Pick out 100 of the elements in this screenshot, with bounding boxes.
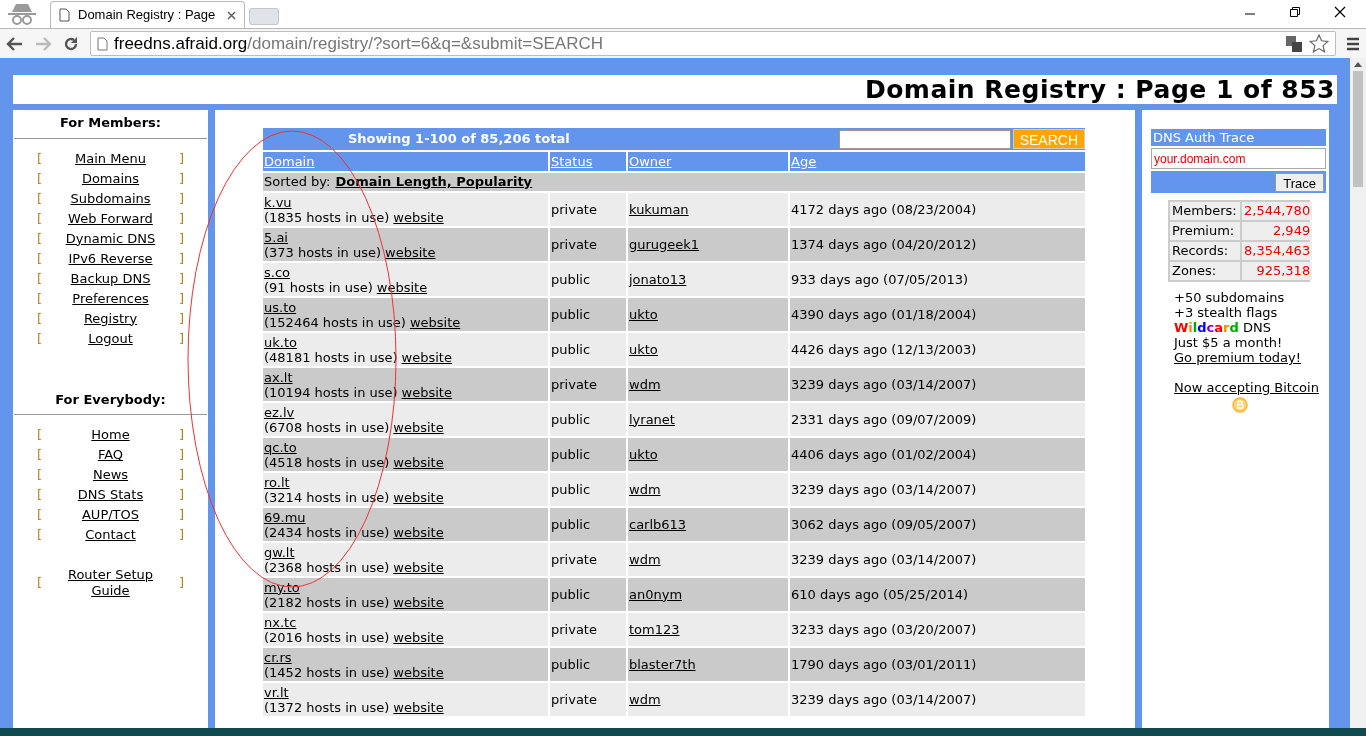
sidebar-link[interactable]: Router Setup Guide — [47, 567, 174, 599]
sidebar-link[interactable]: Registry — [83, 308, 138, 329]
address-bar[interactable]: freedns.afraid.org/domain/registry/?sort=6&q=&submit=SEARCH — [90, 31, 1336, 56]
website-link[interactable]: website — [393, 454, 444, 470]
sidebar-link[interactable]: Main Menu — [75, 148, 146, 169]
domain-link[interactable]: ez.lv — [264, 404, 295, 420]
website-link[interactable]: website — [409, 314, 461, 330]
table-cell: public — [550, 333, 626, 366]
website-link[interactable]: website — [393, 559, 444, 575]
owner-link[interactable]: lyranet — [629, 409, 675, 430]
table-cell: private — [550, 193, 626, 226]
scroll-thumb[interactable] — [1353, 71, 1363, 187]
table-cell: 3239 days ago (03/14/2007) — [790, 368, 1085, 401]
bracket: [ — [37, 229, 44, 248]
domain-link[interactable]: k.vu — [264, 194, 292, 210]
close-icon[interactable] — [227, 10, 236, 20]
domain-link[interactable]: gw.lt — [264, 544, 295, 560]
website-link[interactable]: website — [401, 349, 452, 365]
domain-link[interactable]: ro.lt — [264, 474, 290, 490]
bracket: [ — [37, 249, 44, 268]
website-link[interactable]: website — [393, 699, 444, 715]
bracket: [ — [37, 446, 44, 465]
hosts-count: (2016 hosts in use) — [264, 629, 390, 645]
premium-link[interactable]: Go premium today! — [1174, 350, 1301, 365]
table-cell: 933 days ago (07/05/2013) — [790, 263, 1085, 296]
search-field[interactable] — [838, 129, 1011, 149]
bracket: ] — [177, 486, 184, 505]
bracket: [ — [37, 329, 44, 348]
website-link[interactable]: website — [401, 384, 452, 400]
browser-tab[interactable]: Domain Registry : Page — [50, 1, 245, 28]
sidebar-link[interactable]: News — [92, 465, 129, 485]
bitcoin-link[interactable]: Now accepting Bitcoin — [1174, 380, 1319, 395]
website-link[interactable]: website — [376, 279, 428, 295]
website-link[interactable]: website — [393, 419, 444, 435]
scroll-up-icon[interactable] — [1354, 62, 1362, 67]
owner-link[interactable]: ukto — [629, 304, 658, 325]
table-cell: 1374 days ago (04/20/2012) — [790, 228, 1085, 261]
domain-link[interactable]: ax.lt — [264, 369, 293, 385]
scrollbar[interactable] — [1350, 58, 1366, 728]
back-icon[interactable] — [6, 35, 24, 52]
owner-link[interactable]: ukto — [629, 339, 658, 360]
website-link[interactable]: website — [393, 594, 444, 610]
restore-icon[interactable] — [1289, 6, 1301, 18]
hosts-count: (2368 hosts in use) — [264, 559, 390, 575]
sidebar-link[interactable]: Logout — [88, 328, 133, 349]
sidebar-link[interactable]: FAQ — [97, 445, 124, 465]
owner-link[interactable]: wdm — [629, 549, 661, 570]
result-count: Showing 1-100 of 85,206 total — [347, 130, 571, 149]
trace-button[interactable]: Trace — [1275, 172, 1324, 192]
bracket: ] — [177, 446, 184, 465]
website-link[interactable]: website — [385, 244, 436, 260]
sidebar-link[interactable]: Web Forward — [68, 208, 153, 229]
bracket: ] — [177, 209, 184, 228]
sidebar-link[interactable]: Subdomains — [70, 188, 151, 209]
sidebar-link[interactable]: DNS Stats — [77, 485, 144, 505]
domain-field[interactable]: your.domain.com — [1151, 148, 1326, 169]
domain-link[interactable]: 69.mu — [264, 509, 306, 525]
domain-link[interactable]: qc.to — [264, 439, 297, 455]
owner-link[interactable]: ukto — [629, 444, 658, 465]
section-heading: For Everybody: — [14, 388, 207, 415]
table-cell: 2331 days ago (09/07/2009) — [790, 403, 1085, 436]
domain-link[interactable]: vr.lt — [264, 684, 289, 700]
sidebar-link[interactable]: IPv6 Reverse — [68, 248, 153, 269]
sidebar-link[interactable]: Backup DNS — [70, 268, 151, 289]
table-cell: 610 days ago (05/25/2014) — [790, 578, 1085, 611]
website-link[interactable]: website — [393, 629, 444, 645]
domain-link[interactable]: my.to — [264, 579, 300, 595]
table-cell: private — [550, 613, 626, 646]
domain-link[interactable]: 5.ai — [264, 229, 288, 245]
sort-link[interactable]: Domain Length, Popularity — [335, 172, 533, 192]
close-icon[interactable] — [1334, 6, 1346, 18]
star-icon[interactable] — [1309, 34, 1329, 53]
owner-link[interactable]: wdm — [629, 479, 661, 500]
website-link[interactable]: website — [393, 209, 444, 225]
domain-link[interactable]: us.to — [264, 299, 297, 315]
domain-link[interactable]: cr.rs — [264, 649, 292, 665]
domain-link[interactable]: uk.to — [264, 334, 297, 350]
bracket: [ — [37, 426, 44, 445]
sidebar-link[interactable]: Preferences — [72, 288, 149, 309]
domain-link[interactable]: nx.tc — [264, 614, 297, 630]
promo-text: Wildcard DNS — [1174, 320, 1272, 335]
menu-icon[interactable] — [1346, 36, 1360, 51]
owner-link[interactable]: wdm — [629, 689, 661, 710]
sidebar-link[interactable]: Domains — [81, 168, 140, 189]
domain-link[interactable]: s.co — [264, 264, 290, 280]
website-link[interactable]: website — [393, 664, 444, 680]
website-link[interactable]: website — [393, 489, 444, 505]
sidebar-link[interactable]: Dynamic DNS — [65, 228, 156, 249]
stat-label: Premium: — [1170, 222, 1240, 240]
bracket: [ — [37, 189, 44, 208]
hosts-count: (373 hosts in use) — [264, 244, 382, 260]
website-link[interactable]: website — [393, 524, 444, 540]
sidebar-link[interactable]: Contact — [85, 525, 136, 545]
sidebar-link[interactable]: AUP/TOS — [81, 505, 140, 525]
sidebar-link[interactable]: Home — [91, 425, 130, 445]
table-cell: 3239 days ago (03/14/2007) — [790, 543, 1085, 576]
table-cell: public — [550, 473, 626, 506]
owner-link[interactable]: wdm — [629, 374, 661, 395]
promo-text: +50 subdomains — [1174, 290, 1286, 305]
bracket: ] — [177, 309, 184, 328]
